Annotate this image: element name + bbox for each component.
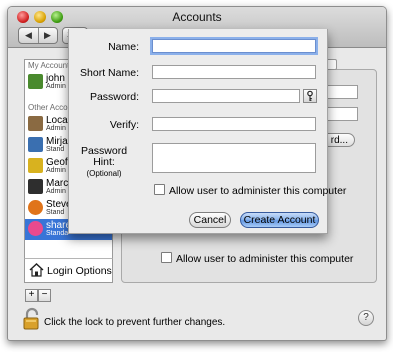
avatar — [28, 179, 43, 194]
account-role: Admin — [46, 83, 66, 90]
remove-account-button[interactable]: − — [38, 289, 51, 302]
avatar — [28, 221, 43, 236]
admin-checkbox[interactable] — [154, 184, 165, 195]
cancel-button[interactable]: Cancel — [189, 212, 231, 228]
account-role: Stand — [46, 209, 65, 216]
accounts-window: Accounts ◀ ▶ Sh My Account john Admin Ot… — [7, 6, 387, 341]
key-icon — [304, 90, 316, 105]
back-forward-control: ◀ ▶ — [18, 27, 58, 44]
password-label: Password: — [89, 91, 139, 103]
avatar — [28, 200, 43, 215]
bg-admin-checkbox-row[interactable]: Allow user to administer this computer — [161, 252, 353, 265]
house-icon — [29, 263, 44, 280]
account-role: Admin — [46, 125, 66, 132]
bg-name-field[interactable] — [326, 85, 358, 99]
account-role: Standa — [46, 230, 69, 237]
account-role: Admin — [46, 167, 66, 174]
lock-icon[interactable] — [22, 307, 42, 334]
password-assistant-button[interactable] — [303, 89, 317, 103]
hint-optional-text: (Optional) — [86, 169, 122, 178]
avatar — [28, 158, 43, 173]
password-hint-field[interactable] — [152, 143, 316, 173]
lock-message: Click the lock to prevent further change… — [44, 317, 226, 328]
hint-label: Password Hint: (Optional) — [69, 146, 139, 179]
login-options-item[interactable]: Login Options — [24, 258, 113, 283]
login-options-label: Login Options — [47, 265, 112, 277]
short-name-field[interactable] — [152, 65, 316, 79]
name-label: Name: — [108, 41, 139, 53]
avatar — [28, 116, 43, 131]
new-account-sheet: Name: Short Name: Password: Verify: Pass… — [68, 29, 346, 234]
forward-button[interactable]: ▶ — [38, 28, 57, 43]
name-field[interactable] — [152, 39, 316, 53]
create-account-button[interactable]: Create Account — [240, 212, 319, 228]
back-button[interactable]: ◀ — [19, 28, 39, 43]
bg-short-name-field[interactable] — [326, 107, 358, 121]
account-role: Admin — [46, 188, 66, 195]
verify-label: Verify: — [109, 119, 139, 131]
avatar — [28, 74, 43, 89]
help-button[interactable]: ? — [358, 310, 374, 326]
admin-checkbox-label: Allow user to administer this computer — [169, 185, 347, 197]
window-title: Accounts — [172, 10, 222, 24]
add-account-button[interactable]: + — [25, 289, 38, 302]
admin-checkbox[interactable] — [161, 252, 172, 263]
admin-checkbox-label: Allow user to administer this computer — [176, 253, 354, 265]
hint-label-text: Password Hint: — [80, 145, 128, 168]
short-name-label: Short Name: — [80, 67, 139, 79]
password-field[interactable] — [152, 89, 300, 103]
verify-field[interactable] — [152, 117, 316, 131]
admin-checkbox-row[interactable]: Allow user to administer this computer — [154, 184, 346, 197]
account-role: Stand — [46, 146, 65, 153]
avatar — [28, 137, 43, 152]
